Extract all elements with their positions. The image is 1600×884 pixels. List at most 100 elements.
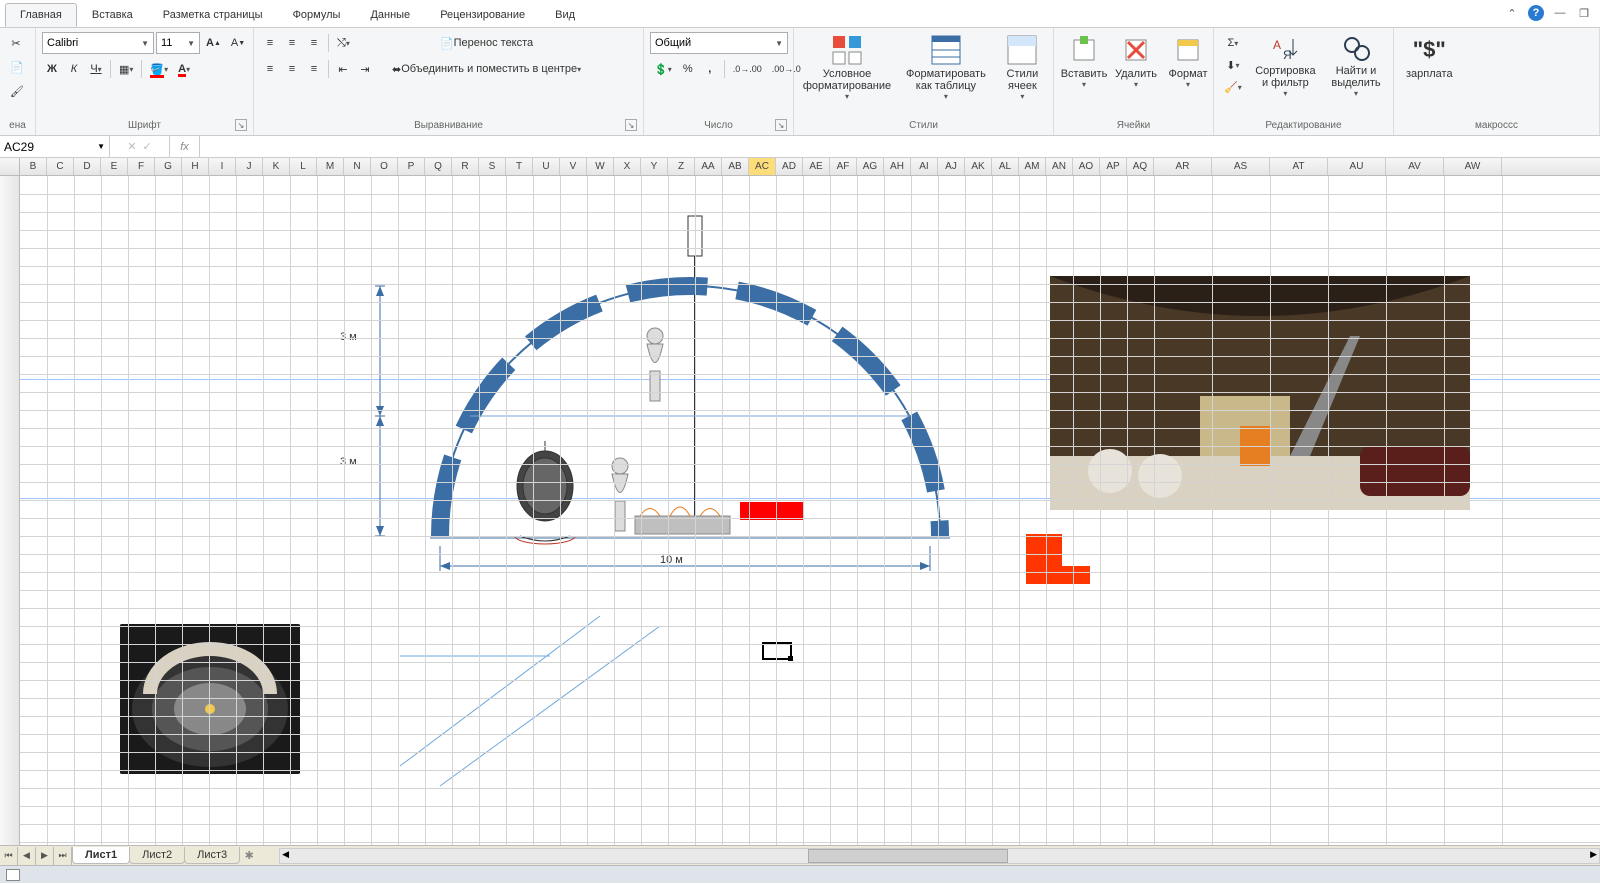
- column-header-AC[interactable]: AC: [749, 158, 776, 175]
- column-header-AN[interactable]: AN: [1046, 158, 1073, 175]
- column-header-L[interactable]: L: [290, 158, 317, 175]
- cancel-formula-icon[interactable]: ✕: [127, 140, 136, 153]
- comma-style-button[interactable]: ,: [700, 58, 720, 80]
- name-box-dropdown-icon[interactable]: ▼: [97, 142, 105, 151]
- horizontal-scrollbar[interactable]: ◀ ▶: [279, 848, 1600, 864]
- format-painter-button[interactable]: 🖌: [6, 80, 28, 102]
- cut-button[interactable]: ✂: [6, 32, 26, 54]
- column-header-AM[interactable]: AM: [1019, 158, 1046, 175]
- column-header-H[interactable]: H: [182, 158, 209, 175]
- column-header-Y[interactable]: Y: [641, 158, 668, 175]
- format-cells-button[interactable]: Формат▾: [1164, 32, 1212, 100]
- bold-button[interactable]: Ж: [42, 58, 62, 80]
- column-header-U[interactable]: U: [533, 158, 560, 175]
- column-header-V[interactable]: V: [560, 158, 587, 175]
- increase-indent-button[interactable]: ⇥: [355, 58, 375, 80]
- wrap-text-button[interactable]: 📄 Перенос текста: [385, 32, 588, 54]
- fill-color-button[interactable]: 🪣▾: [146, 58, 172, 80]
- interior-photo-right[interactable]: [1050, 276, 1470, 510]
- column-header-AF[interactable]: AF: [830, 158, 857, 175]
- column-header-AO[interactable]: AO: [1073, 158, 1100, 175]
- tab-data[interactable]: Данные: [355, 3, 425, 27]
- copy-button[interactable]: 📄: [6, 56, 28, 78]
- tab-view[interactable]: Вид: [540, 3, 590, 27]
- column-header-E[interactable]: E: [101, 158, 128, 175]
- font-color-button[interactable]: A▾: [174, 58, 194, 80]
- column-header-O[interactable]: O: [371, 158, 398, 175]
- column-header-S[interactable]: S: [479, 158, 506, 175]
- column-header-R[interactable]: R: [452, 158, 479, 175]
- clear-button[interactable]: 🧹 ▾: [1220, 76, 1246, 98]
- merge-center-button[interactable]: ⬌ Объединить и поместить в центре ▾: [385, 58, 588, 80]
- increase-decimal-button[interactable]: .0→.00: [729, 58, 766, 80]
- column-header-Z[interactable]: Z: [668, 158, 695, 175]
- column-header-D[interactable]: D: [74, 158, 101, 175]
- window-minimize-icon[interactable]: —: [1552, 5, 1568, 21]
- number-format-combo[interactable]: Общий▼: [650, 32, 788, 54]
- column-header-AA[interactable]: AA: [695, 158, 722, 175]
- column-header-B[interactable]: B: [20, 158, 47, 175]
- column-header-K[interactable]: K: [263, 158, 290, 175]
- select-all-corner[interactable]: [0, 158, 20, 175]
- column-header-AS[interactable]: AS: [1212, 158, 1270, 175]
- tab-home[interactable]: Главная: [5, 3, 77, 27]
- percent-button[interactable]: %: [678, 58, 698, 80]
- column-header-I[interactable]: I: [209, 158, 236, 175]
- sheet-nav-prev-icon[interactable]: ◀: [18, 847, 36, 865]
- sheet-tab-3[interactable]: Лист3: [184, 847, 240, 864]
- spreadsheet-grid[interactable]: 3 м 3 м 10 м: [0, 176, 1600, 845]
- column-header-C[interactable]: C: [47, 158, 74, 175]
- column-header-G[interactable]: G: [155, 158, 182, 175]
- find-select-button[interactable]: Найти и выделить▾: [1325, 32, 1387, 100]
- name-box-input[interactable]: [4, 140, 74, 154]
- align-top-button[interactable]: ≡: [260, 32, 280, 54]
- column-header-AU[interactable]: AU: [1328, 158, 1386, 175]
- autosum-button[interactable]: Σ ▾: [1220, 32, 1246, 54]
- tab-review[interactable]: Рецензирование: [425, 3, 540, 27]
- decrease-indent-button[interactable]: ⇤: [333, 58, 353, 80]
- column-header-AG[interactable]: AG: [857, 158, 884, 175]
- insert-cells-button[interactable]: Вставить▾: [1060, 32, 1108, 100]
- column-header-AE[interactable]: AE: [803, 158, 830, 175]
- column-header-M[interactable]: M: [317, 158, 344, 175]
- column-header-N[interactable]: N: [344, 158, 371, 175]
- scrollbar-thumb[interactable]: [808, 849, 1008, 863]
- sheet-tab-1[interactable]: Лист1: [72, 847, 130, 864]
- column-header-AT[interactable]: AT: [1270, 158, 1328, 175]
- column-header-AI[interactable]: AI: [911, 158, 938, 175]
- sheet-nav-first-icon[interactable]: ⏮: [0, 847, 18, 865]
- window-restore-icon[interactable]: ❐: [1576, 5, 1592, 21]
- format-as-table-button[interactable]: Форматировать как таблицу▾: [898, 32, 994, 100]
- font-family-combo[interactable]: Calibri▼: [42, 32, 154, 54]
- column-header-AQ[interactable]: AQ: [1127, 158, 1154, 175]
- sheet-nav-last-icon[interactable]: ⏭: [54, 847, 72, 865]
- alignment-group-launcher[interactable]: ↘: [625, 119, 637, 131]
- decrease-font-button[interactable]: A▼: [227, 32, 249, 54]
- column-header-F[interactable]: F: [128, 158, 155, 175]
- sheet-tab-2[interactable]: Лист2: [129, 847, 185, 864]
- align-bottom-button[interactable]: ≡: [304, 32, 324, 54]
- align-center-button[interactable]: ≡: [282, 58, 302, 80]
- align-left-button[interactable]: ≡: [260, 58, 280, 80]
- column-header-AL[interactable]: AL: [992, 158, 1019, 175]
- column-header-AP[interactable]: AP: [1100, 158, 1127, 175]
- underline-button[interactable]: Ч▾: [86, 58, 106, 80]
- number-group-launcher[interactable]: ↘: [775, 119, 787, 131]
- sheet-nav-next-icon[interactable]: ▶: [36, 847, 54, 865]
- fx-label[interactable]: fx: [170, 136, 200, 157]
- column-header-AH[interactable]: AH: [884, 158, 911, 175]
- column-header-AW[interactable]: AW: [1444, 158, 1502, 175]
- column-header-AJ[interactable]: AJ: [938, 158, 965, 175]
- cell-styles-button[interactable]: Стили ячеек▾: [998, 32, 1047, 100]
- salary-macro-button[interactable]: "$" зарплата: [1400, 32, 1459, 100]
- column-header-J[interactable]: J: [236, 158, 263, 175]
- row-headers[interactable]: [0, 176, 20, 845]
- sort-filter-button[interactable]: АЯ Сортировка и фильтр▾: [1250, 32, 1321, 100]
- column-header-AV[interactable]: AV: [1386, 158, 1444, 175]
- column-header-AR[interactable]: AR: [1154, 158, 1212, 175]
- align-middle-button[interactable]: ≡: [282, 32, 302, 54]
- increase-font-button[interactable]: A▲: [202, 32, 225, 54]
- column-header-Q[interactable]: Q: [425, 158, 452, 175]
- column-header-AK[interactable]: AK: [965, 158, 992, 175]
- conditional-formatting-button[interactable]: Условное форматирование▾: [800, 32, 894, 100]
